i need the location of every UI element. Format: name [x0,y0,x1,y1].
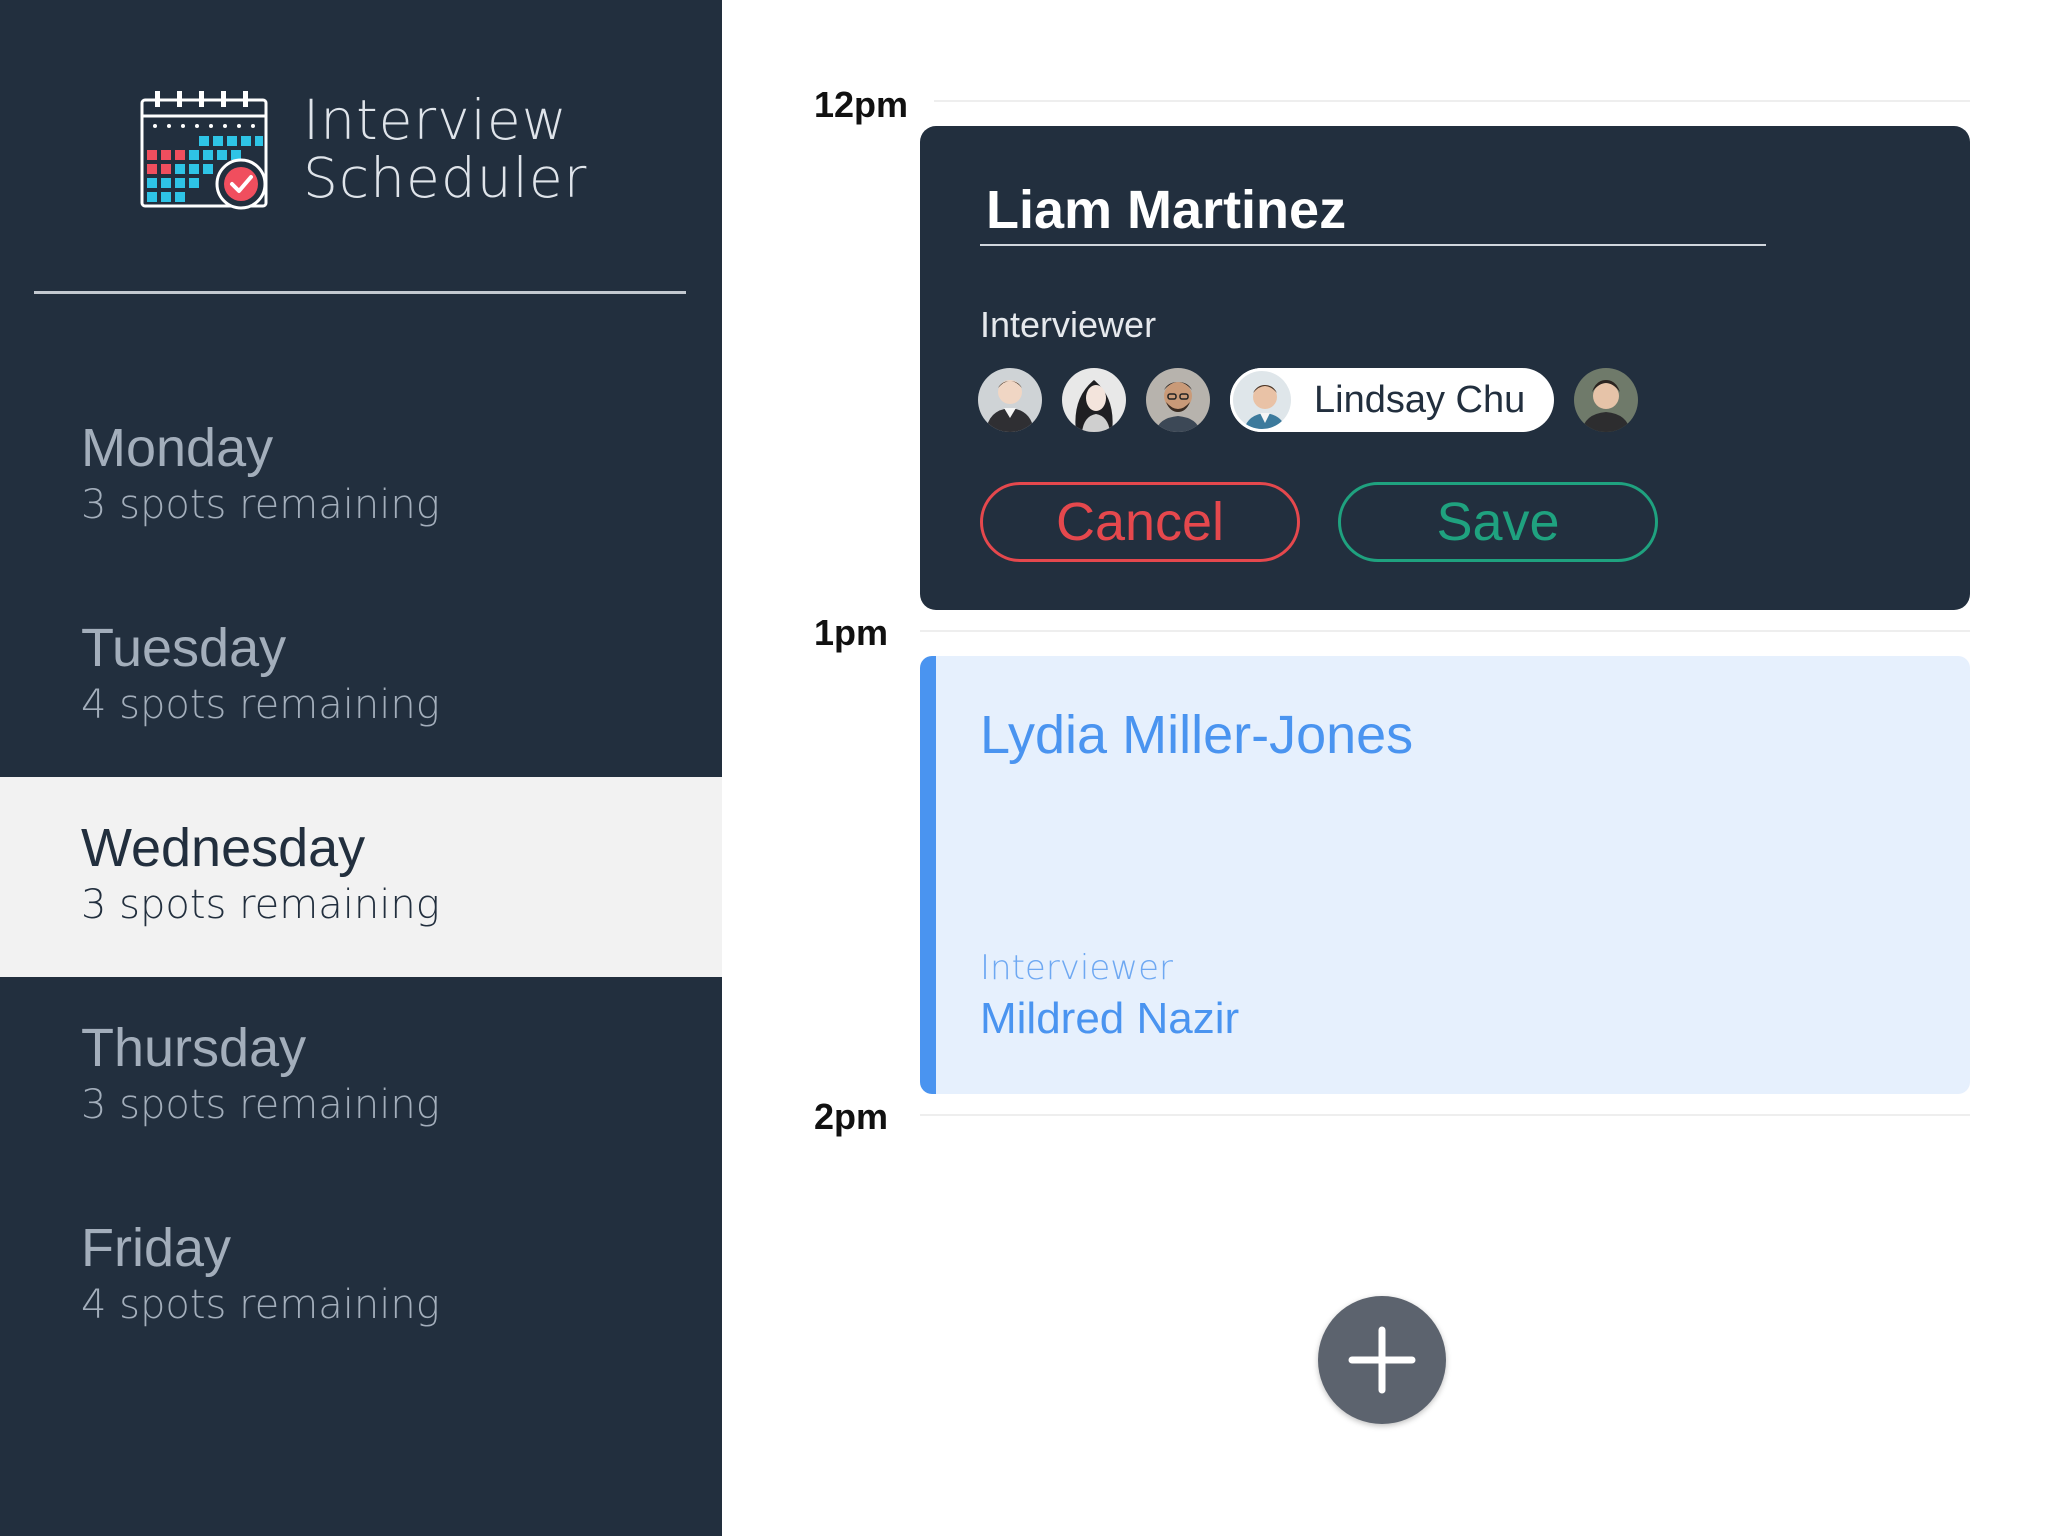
interviewer-avatar[interactable] [1062,368,1126,432]
person-avatar-icon [978,368,1042,432]
plus-icon [1348,1326,1416,1394]
day-item-tuesday[interactable]: Tuesday 4 spots remaining [0,577,722,777]
time-label-12pm: 12pm [814,84,909,125]
person-avatar-icon [1574,368,1638,432]
selected-interviewer-name: Lindsay Chu [1314,378,1526,421]
app-logo: Interview Scheduler [139,88,587,210]
interviewer-label: Interviewer [980,304,1157,345]
cancel-button[interactable]: Cancel [980,482,1300,562]
sidebar: Interview Scheduler Monday 3 spots remai… [0,0,722,1536]
interviewer-avatar[interactable] [1574,368,1638,432]
person-avatar-icon [1062,368,1126,432]
day-spots: 3 spots remaining [81,482,440,528]
app-title-line2: Scheduler [303,146,588,210]
interviewer-avatar[interactable] [1146,368,1210,432]
appointment-interviewer-label: Interviewer [980,948,1173,988]
day-spots: 3 spots remaining [81,882,440,928]
time-label-2pm: 2pm [814,1096,889,1137]
app-title-line1: Interview [303,88,568,152]
person-avatar-icon [1233,371,1291,429]
day-name: Monday [81,418,274,478]
day-name: Friday [81,1218,232,1278]
appointment-interviewer-name: Mildred Nazir [980,994,1240,1043]
day-item-friday[interactable]: Friday 4 spots remaining [0,1177,722,1377]
hour-line [920,630,1970,632]
interviewer-avatar [1230,368,1294,432]
sidebar-divider [34,291,686,294]
day-name: Wednesday [81,818,366,878]
appointment-student-name: Lydia Miller-Jones [980,705,1414,765]
day-spots: 3 spots remaining [81,1082,440,1128]
day-item-monday[interactable]: Monday 3 spots remaining [0,377,722,577]
appointment-editor: Interviewer [920,126,1970,610]
add-appointment-button[interactable] [1318,1296,1446,1424]
day-name: Tuesday [81,618,287,678]
day-item-wednesday[interactable]: Wednesday 3 spots remaining [0,777,722,977]
interviewer-avatar[interactable] [978,368,1042,432]
day-list: Monday 3 spots remaining Tuesday 4 spots… [0,377,722,1377]
hour-line [934,100,1970,102]
time-label-1pm: 1pm [814,612,889,653]
save-button[interactable]: Save [1338,482,1658,562]
appointment-card[interactable]: Lydia Miller-Jones Interviewer Mildred N… [920,656,1970,1094]
interviewer-list: Lindsay Chu [978,368,1658,432]
calendar-check-icon [140,91,268,210]
student-name-input[interactable] [980,176,1766,246]
day-item-thursday[interactable]: Thursday 3 spots remaining [0,977,722,1177]
day-name: Thursday [81,1018,307,1078]
person-avatar-icon [1146,368,1210,432]
hour-line [920,1114,1970,1116]
day-spots: 4 spots remaining [81,682,440,728]
schedule-panel: 12pm 1pm 2pm Interviewer [722,0,2048,1536]
selected-interviewer-pill[interactable]: Lindsay Chu [1230,368,1554,432]
app-title: Interview Scheduler [303,91,587,207]
day-spots: 4 spots remaining [81,1282,440,1328]
